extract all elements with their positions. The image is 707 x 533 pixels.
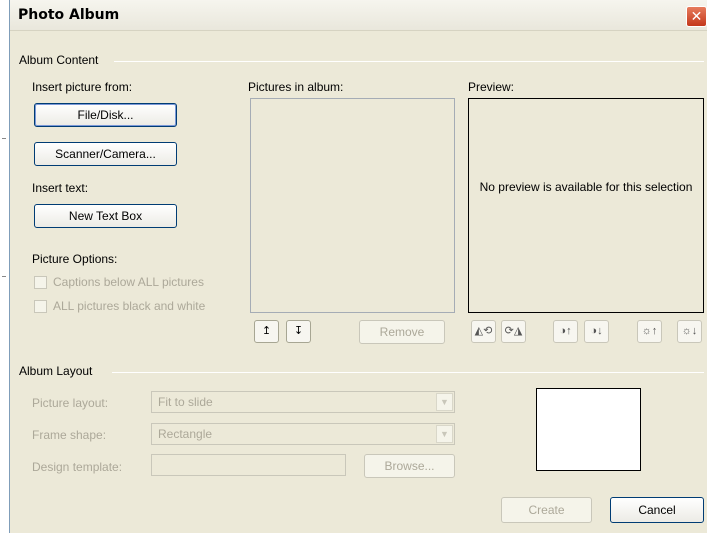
title-bar: Photo Album ✕ — [10, 0, 707, 31]
captions-checkbox[interactable] — [34, 276, 47, 289]
chevron-down-icon: ▼ — [436, 393, 453, 411]
move-down-button[interactable]: ↧ — [286, 320, 311, 343]
black-white-checkbox[interactable] — [34, 300, 47, 313]
frame-shape-value: Rectangle — [158, 427, 213, 441]
chevron-down-icon: ▼ — [436, 425, 453, 443]
edge-tick — [2, 138, 6, 139]
scanner-camera-button[interactable]: Scanner/Camera... — [34, 142, 177, 166]
insert-picture-label: Insert picture from: — [32, 80, 133, 94]
pictures-in-album-label: Pictures in album: — [248, 80, 344, 94]
picture-layout-label: Picture layout: — [32, 396, 109, 410]
picture-options-label: Picture Options: — [32, 252, 118, 266]
insert-text-label: Insert text: — [32, 181, 89, 195]
rotate-left-icon: ◭⟲ — [474, 325, 493, 337]
remove-button[interactable]: Remove — [359, 320, 445, 344]
rotate-right-icon: ⟳◮ — [504, 325, 523, 337]
captions-checkbox-label: Captions below ALL pictures — [53, 275, 204, 289]
close-button[interactable]: ✕ — [686, 6, 707, 27]
black-white-checkbox-label: ALL pictures black and white — [53, 299, 206, 313]
contrast-up-button[interactable]: ◑↑ — [553, 320, 578, 343]
brightness-up-icon: ☼↑ — [641, 325, 658, 337]
picture-layout-value: Fit to slide — [158, 395, 213, 409]
brightness-up-button[interactable]: ☼↑ — [637, 320, 662, 343]
album-layout-heading: Album Layout — [19, 364, 97, 378]
design-template-label: Design template: — [32, 460, 123, 474]
preview-message: No preview is available for this selecti… — [479, 180, 693, 194]
pictures-in-album-list[interactable] — [250, 98, 455, 313]
album-content-separator — [114, 61, 704, 62]
create-button[interactable]: Create — [501, 497, 592, 523]
rotate-left-button[interactable]: ◭⟲ — [471, 320, 496, 343]
album-content-heading: Album Content — [19, 53, 103, 67]
design-template-field[interactable] — [151, 454, 346, 476]
frame-shape-label: Frame shape: — [32, 428, 107, 442]
file-disk-button[interactable]: File/Disk... — [34, 103, 177, 127]
preview-label: Preview: — [468, 80, 515, 94]
close-icon: ✕ — [690, 8, 703, 24]
new-text-box-button[interactable]: New Text Box — [34, 204, 177, 228]
brightness-down-icon: ☼↓ — [681, 325, 698, 337]
contrast-down-button[interactable]: ◑↓ — [584, 320, 609, 343]
layout-thumbnail — [536, 388, 641, 471]
photo-album-dialog: Photo Album ✕ Album Content Insert pictu… — [9, 0, 707, 533]
move-down-icon: ↧ — [293, 325, 304, 337]
browse-button[interactable]: Browse... — [364, 454, 455, 478]
dialog-title: Photo Album — [18, 7, 120, 23]
rotate-right-button[interactable]: ⟳◮ — [501, 320, 526, 343]
picture-layout-select[interactable]: Fit to slide ▼ — [151, 391, 455, 413]
move-up-icon: ↥ — [261, 325, 272, 337]
brightness-down-button[interactable]: ☼↓ — [677, 320, 702, 343]
album-layout-separator — [112, 372, 704, 373]
preview-pane: No preview is available for this selecti… — [468, 98, 704, 313]
frame-shape-select[interactable]: Rectangle ▼ — [151, 423, 455, 445]
cancel-button[interactable]: Cancel — [610, 497, 704, 523]
contrast-down-icon: ◑↓ — [590, 325, 603, 337]
move-up-button[interactable]: ↥ — [254, 320, 279, 343]
edge-tick — [2, 276, 6, 277]
contrast-up-icon: ◑↑ — [559, 325, 572, 337]
